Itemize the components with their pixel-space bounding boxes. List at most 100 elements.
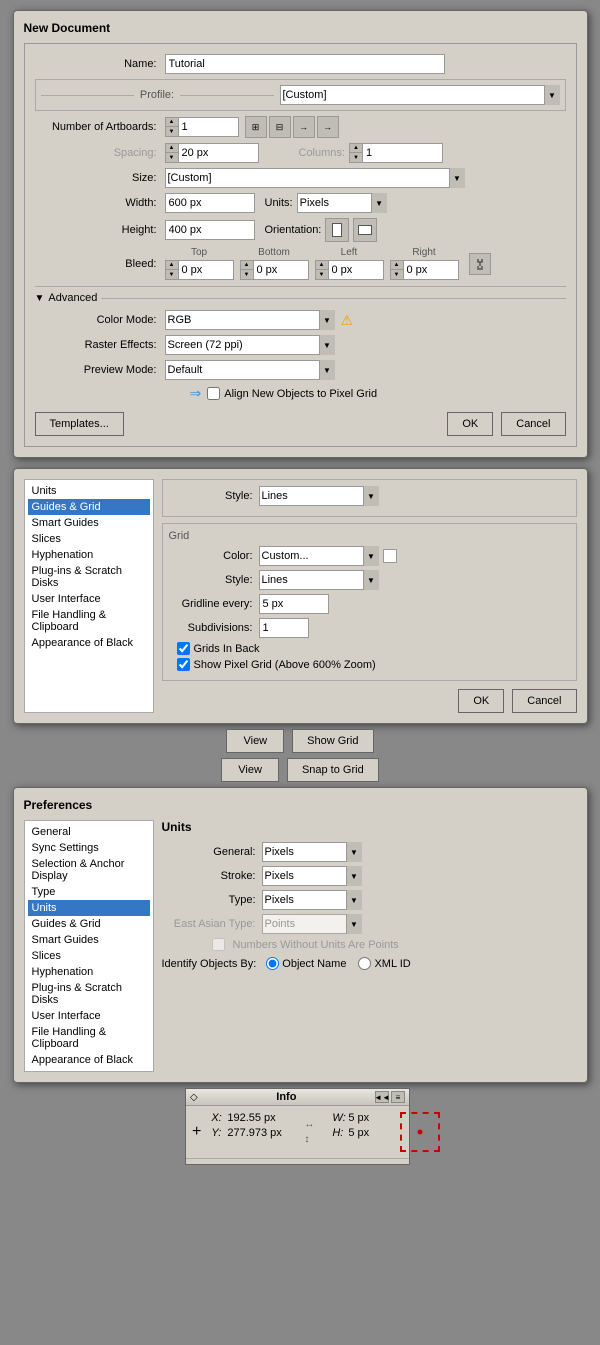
info-w-row: W: 5 px [332,1112,388,1124]
sidebar-item-appearance[interactable]: Appearance of Black [28,635,150,651]
sidebar-item-hyphenation[interactable]: Hyphenation [28,547,150,563]
units-type-select[interactable]: Pixels Points [262,890,362,910]
raster-select[interactable]: Screen (72 ppi) Medium (150 ppi) High (3… [165,335,335,355]
guides-cancel-button[interactable]: Cancel [512,689,576,713]
xml-id-radio[interactable] [358,957,371,970]
artboards-input[interactable] [179,117,239,137]
artboards-up-btn[interactable]: ▲ [166,118,178,127]
align-checkbox[interactable] [207,387,220,400]
name-input[interactable] [165,54,445,74]
bleed-left-up[interactable]: ▲ [316,261,328,270]
pref2-slices[interactable]: Slices [28,948,150,964]
advanced-toggle[interactable]: ▼ [35,293,45,304]
artboards-stepper-btns[interactable]: ▲ ▼ [165,117,179,137]
bleed-left-input[interactable] [329,260,384,280]
columns-up-btn[interactable]: ▲ [350,144,362,153]
spacing-down-btn[interactable]: ▼ [166,153,178,162]
sidebar-item-file-handling[interactable]: File Handling & Clipboard [28,607,150,635]
info-menu-btn[interactable]: ≡ [391,1091,405,1103]
artboards-down-btn[interactable]: ▼ [166,127,178,136]
bleed-right-stepper-btns[interactable]: ▲ ▼ [390,260,404,280]
grid-layout-btn[interactable]: ⊞ [245,116,267,138]
grids-in-back-checkbox[interactable] [177,642,190,655]
landscape-btn[interactable] [353,218,377,242]
object-name-radio[interactable] [266,957,279,970]
bleed-bottom-down[interactable]: ▼ [241,270,253,279]
bleed-top-up[interactable]: ▲ [166,261,178,270]
pref2-guides-grid[interactable]: Guides & Grid [28,916,150,932]
view-btn-1[interactable]: View [226,729,284,753]
bleed-top-stepper-btns[interactable]: ▲ ▼ [165,260,179,280]
pref2-hyphenation[interactable]: Hyphenation [28,964,150,980]
columns-down-btn[interactable]: ▼ [350,153,362,162]
width-input[interactable] [165,193,255,213]
units-stroke-select[interactable]: Pixels Points [262,866,362,886]
bleed-bottom-stepper-btns[interactable]: ▲ ▼ [240,260,254,280]
grid-color-select[interactable]: Custom... [259,546,379,566]
portrait-btn[interactable] [325,218,349,242]
info-h-row: H: 5 px [332,1127,388,1139]
spacing-up-btn[interactable]: ▲ [166,144,178,153]
height-input[interactable] [165,220,255,240]
pref2-appearance[interactable]: Appearance of Black [28,1052,150,1068]
guides-ok-button[interactable]: OK [458,689,504,713]
grid-color-swatch[interactable] [383,549,397,563]
bleed-left-down[interactable]: ▼ [316,270,328,279]
snap-to-grid-btn[interactable]: Snap to Grid [287,758,379,782]
bleed-right-down[interactable]: ▼ [391,270,403,279]
sidebar-item-slices[interactable]: Slices [28,531,150,547]
spacing-stepper-btns[interactable]: ▲ ▼ [165,143,179,163]
bleed-right-input[interactable] [404,260,459,280]
bleed-top-input[interactable] [179,260,234,280]
pref2-plugins[interactable]: Plug-ins & Scratch Disks [28,980,150,1008]
templates-button[interactable]: Templates... [35,412,124,436]
xml-id-label[interactable]: XML ID [358,957,410,970]
col-layout-btn[interactable]: → [293,116,315,138]
bleed-link-btn[interactable] [469,253,491,275]
cancel-button[interactable]: Cancel [501,412,565,436]
bleed-left-stepper-btns[interactable]: ▲ ▼ [315,260,329,280]
bleed-top-down[interactable]: ▼ [166,270,178,279]
units-east-asian-select[interactable]: Points [262,914,362,934]
color-mode-select[interactable]: RGB CMYK [165,310,335,330]
guides-style-select[interactable]: Lines Dots [259,486,379,506]
info-collapse-btn[interactable]: ◄◄ [375,1091,389,1103]
gridline-input[interactable] [259,594,329,614]
sidebar-item-units[interactable]: Units [28,483,150,499]
pref2-file[interactable]: File Handling & Clipboard [28,1024,150,1052]
show-pixel-grid-checkbox[interactable] [177,658,190,671]
bleed-bottom-up[interactable]: ▲ [241,261,253,270]
align-label[interactable]: Align New Objects to Pixel Grid [224,388,377,400]
preview-select[interactable]: Default Pixel Overprint [165,360,335,380]
bleed-right-up[interactable]: ▲ [391,261,403,270]
grid-style-select[interactable]: Lines Dots [259,570,379,590]
pref2-general[interactable]: General [28,824,150,840]
profile-select[interactable]: [Custom] Print Web [280,85,560,105]
sidebar-item-guides-grid[interactable]: Guides & Grid [28,499,150,515]
pref2-type[interactable]: Type [28,884,150,900]
columns-stepper-btns[interactable]: ▲ ▼ [349,143,363,163]
units-select[interactable]: Pixels Points Inches [297,193,387,213]
show-grid-btn[interactable]: Show Grid [292,729,373,753]
object-name-label[interactable]: Object Name [266,957,346,970]
show-pixel-grid-label[interactable]: Show Pixel Grid (Above 600% Zoom) [194,659,376,671]
view-btn-2[interactable]: View [221,758,279,782]
pref2-ui[interactable]: User Interface [28,1008,150,1024]
subdivisions-input[interactable] [259,618,309,638]
size-select[interactable]: [Custom] Letter A4 [165,168,465,188]
sidebar-item-ui[interactable]: User Interface [28,591,150,607]
spacing-input[interactable] [179,143,259,163]
row-layout-btn[interactable]: ⊟ [269,116,291,138]
sidebar-item-plugins[interactable]: Plug-ins & Scratch Disks [28,563,150,591]
sidebar-item-smart-guides[interactable]: Smart Guides [28,515,150,531]
pref2-units[interactable]: Units [28,900,150,916]
right-layout-btn[interactable]: → [317,116,339,138]
ok-button[interactable]: OK [447,412,493,436]
pref2-smart-guides[interactable]: Smart Guides [28,932,150,948]
bleed-bottom-input[interactable] [254,260,309,280]
grids-in-back-label[interactable]: Grids In Back [194,643,260,655]
units-general-select[interactable]: Pixels Points Inches [262,842,362,862]
columns-input[interactable] [363,143,443,163]
pref2-selection[interactable]: Selection & Anchor Display [28,856,150,884]
pref2-sync[interactable]: Sync Settings [28,840,150,856]
